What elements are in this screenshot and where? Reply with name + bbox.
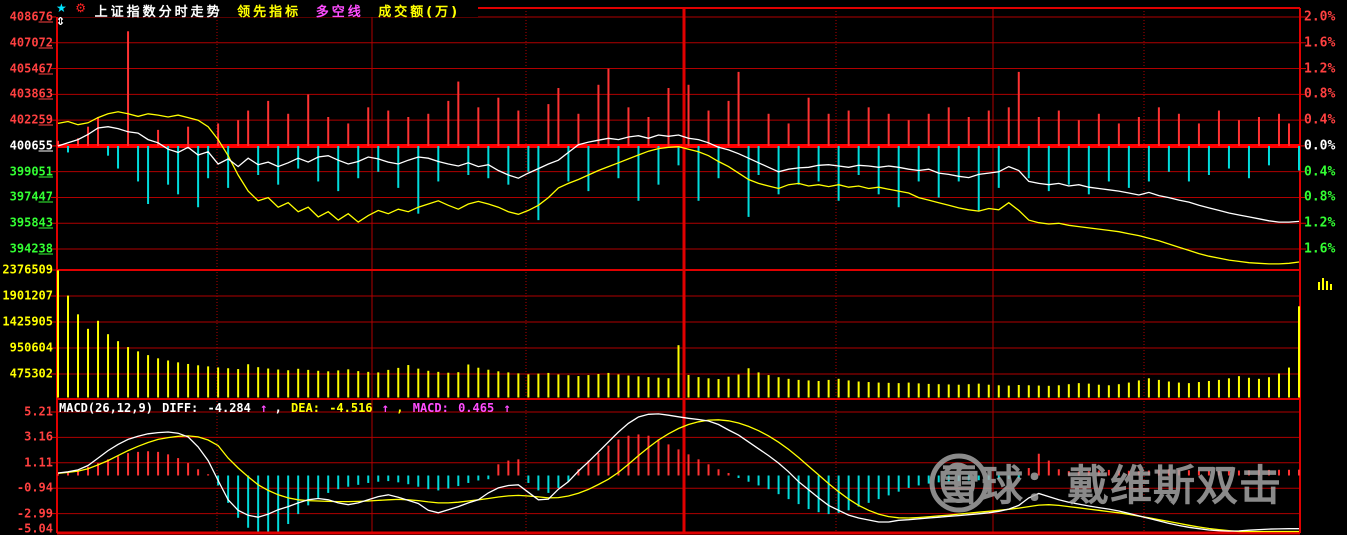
- leading-indicator-bars: [57, 31, 1300, 221]
- right-axis-label: 0.4%: [1304, 112, 1336, 128]
- intraday-chart-plot[interactable]: [0, 0, 1347, 535]
- macd-label: MACD:: [412, 401, 449, 415]
- right-axis-label: 2.0%: [1304, 9, 1336, 25]
- indicator-bullbear-label[interactable]: 多空线: [316, 5, 364, 20]
- settings-gear-icon[interactable]: ⚙: [75, 1, 86, 15]
- right-axis-label: 1.6%: [1304, 241, 1336, 257]
- left-axis-label: -2.99: [16, 506, 53, 521]
- index-title: 上证指数分时走势: [94, 5, 223, 20]
- right-axis-label: 0.0%: [1304, 138, 1336, 154]
- trend-up-arrow-icon: ↑: [503, 401, 511, 415]
- left-axis-label: 1.11: [24, 455, 53, 470]
- diff-label: DIFF:: [162, 401, 199, 415]
- left-axis-label: 395843: [9, 215, 53, 230]
- price-line: [57, 126, 1300, 223]
- trend-up-arrow-icon: ↑: [381, 401, 390, 415]
- left-axis-label: 3.16: [24, 429, 53, 444]
- left-axis-label: 402259: [9, 112, 53, 127]
- left-axis-label: 475302: [9, 366, 53, 381]
- left-axis-label: 397447: [9, 189, 53, 204]
- left-axis-label: 950604: [9, 340, 53, 355]
- chart-titlebar: ★ ⚙ 上证指数分时走势 领先指标 多空线 成交额(万): [56, 1, 479, 20]
- panel-resize-arrow-icon[interactable]: ⇕: [56, 11, 65, 29]
- left-axis-label: 407072: [9, 35, 53, 50]
- left-axis-label: 394238: [9, 241, 53, 256]
- macd-histogram-bars: [57, 434, 1300, 532]
- indicator-leading-label[interactable]: 领先指标: [237, 5, 301, 20]
- right-axis-label: 1.6%: [1304, 35, 1336, 51]
- left-axis-label: 408676: [9, 9, 53, 24]
- left-axis-label: -0.94: [16, 480, 53, 495]
- left-axis-label: 1901207: [2, 288, 53, 303]
- separator: ,: [396, 401, 404, 415]
- left-axis-label: 5.21: [24, 404, 53, 419]
- macd-indicator-header: MACD(26,12,9) DIFF: -4.284 ↑ , DEA: -4.5…: [59, 401, 511, 415]
- volume-style-toggle-icon[interactable]: [1317, 275, 1339, 291]
- right-axis-label: 1.2%: [1304, 61, 1336, 77]
- diff-value: -4.284: [207, 401, 251, 415]
- grid-horizontal: [57, 16, 1300, 515]
- right-axis-label: 0.8%: [1304, 86, 1336, 102]
- left-axis-label: 1425905: [2, 314, 53, 329]
- stock-terminal-window: 408676 407072 405467 403863 402259 400655 3990…: [0, 0, 1347, 535]
- indicator-turnover-label[interactable]: 成交额(万): [378, 5, 460, 20]
- trend-up-arrow-icon: ↑: [260, 401, 268, 415]
- left-axis-label: 2376509: [2, 262, 53, 277]
- separator: ,: [274, 401, 282, 415]
- left-axis-label: 399051: [9, 164, 53, 179]
- left-axis-label: 403863: [9, 86, 53, 101]
- macd-formula: MACD(26,12,9): [59, 401, 153, 415]
- right-axis-label: 0.4%: [1304, 164, 1336, 180]
- left-axis-label: 405467: [9, 61, 53, 76]
- axis-ticks: [51, 16, 1306, 515]
- dea-value: -4.516: [329, 401, 373, 415]
- right-axis-label: 1.2%: [1304, 215, 1336, 231]
- turnover-bars: [57, 270, 1300, 398]
- left-axis-label: -5.04: [16, 521, 53, 535]
- macd-dea-line: [57, 419, 1299, 533]
- left-axis-label: 400655: [9, 138, 53, 153]
- right-axis-label: 0.8%: [1304, 189, 1336, 205]
- dea-label: DEA:: [291, 401, 320, 415]
- macd-value: 0.465: [458, 401, 495, 415]
